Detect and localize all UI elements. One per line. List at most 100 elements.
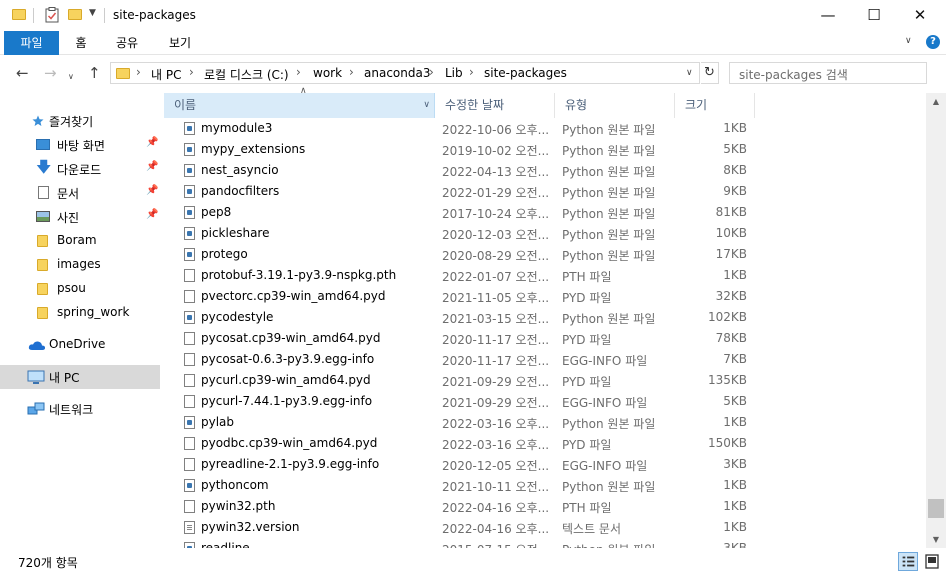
- divider: [104, 8, 105, 23]
- file-row[interactable]: pyreadline-2.1-py3.9.egg-info 2020-12-05 …: [164, 454, 926, 475]
- nav-downloads[interactable]: 🡇 다운로드 📌: [0, 157, 160, 181]
- nav-label: 내 PC: [49, 371, 80, 385]
- file-icon: [184, 437, 195, 450]
- breadcrumb-separator[interactable]: ›: [469, 65, 474, 79]
- tab-share[interactable]: 공유: [104, 31, 150, 55]
- tab-file[interactable]: 파일: [4, 31, 59, 55]
- up-arrow-icon[interactable]: ↑: [88, 66, 101, 81]
- pin-icon[interactable]: 📌: [146, 185, 158, 196]
- address-bar[interactable]: › 내 PC › 로컬 디스크 (C:) › work › anaconda3 …: [110, 62, 700, 84]
- file-name: pycurl.cp39-win_amd64.pyd: [201, 373, 371, 387]
- nav-documents[interactable]: 문서 📌: [0, 181, 160, 205]
- scroll-up-icon[interactable]: ▲: [926, 93, 946, 110]
- chevron-down-icon[interactable]: ∨: [423, 93, 430, 118]
- header-label: 수정한 날짜: [445, 98, 505, 112]
- breadcrumb-separator[interactable]: ›: [296, 65, 301, 79]
- breadcrumb-lib[interactable]: Lib: [445, 66, 463, 80]
- breadcrumb-this-pc[interactable]: 내 PC: [151, 66, 181, 83]
- back-arrow-icon[interactable]: ←: [16, 66, 29, 81]
- file-row[interactable]: pvectorc.cp39-win_amd64.pyd 2021-11-05 오후…: [164, 286, 926, 307]
- file-row[interactable]: mymodule3 2022-10-06 오후... Python 원본 파일 1KB: [164, 118, 926, 139]
- file-row[interactable]: pythoncom 2021-10-11 오전... Python 원본 파일 1KB: [164, 475, 926, 496]
- scrollbar-thumb[interactable]: [928, 499, 944, 518]
- tab-home[interactable]: 홈: [60, 31, 102, 55]
- pin-icon[interactable]: 📌: [146, 209, 158, 220]
- minimize-button[interactable]: —: [805, 0, 851, 31]
- file-row[interactable]: pycodestyle 2021-03-15 오전... Python 원본 파일 1…: [164, 307, 926, 328]
- breadcrumb-separator[interactable]: ›: [136, 65, 141, 79]
- breadcrumb-local-disk[interactable]: 로컬 디스크 (C:): [204, 66, 289, 83]
- breadcrumb-separator[interactable]: ›: [189, 65, 194, 79]
- file-row[interactable]: pycosat-0.6.3-py3.9.egg-info 2020-11-17 오…: [164, 349, 926, 370]
- file-row[interactable]: pylab 2022-03-16 오후... Python 원본 파일 1KB: [164, 412, 926, 433]
- nav-folder-psou[interactable]: psou: [0, 277, 160, 301]
- breadcrumb-site-packages[interactable]: site-packages: [484, 66, 567, 80]
- python-file-icon: [184, 122, 195, 135]
- file-name: pycodestyle: [201, 310, 274, 324]
- file-date: 2021-09-29 오전...: [442, 396, 550, 410]
- file-type: 텍스트 문서: [562, 522, 622, 536]
- recent-locations-icon[interactable]: ∨: [68, 70, 74, 84]
- nav-folder-boram[interactable]: Boram: [0, 229, 160, 253]
- nav-pictures[interactable]: 사진 📌: [0, 205, 160, 229]
- file-date: 2015-07-15 오전...: [442, 541, 549, 548]
- search-placeholder: site-packages 검색: [739, 68, 848, 82]
- file-row[interactable]: pycosat.cp39-win_amd64.pyd 2020-11-17 오전.…: [164, 328, 926, 349]
- maximize-button[interactable]: ☐: [851, 0, 897, 31]
- pin-icon[interactable]: 📌: [146, 161, 158, 172]
- header-size[interactable]: 크기: [675, 93, 755, 118]
- close-button[interactable]: ✕: [897, 0, 943, 31]
- forward-arrow-icon[interactable]: →: [44, 66, 57, 81]
- file-size: 1KB: [723, 499, 747, 513]
- file-row[interactable]: pickleshare 2020-12-03 오전... Python 원본 파일 1…: [164, 223, 926, 244]
- help-icon[interactable]: ?: [926, 35, 940, 49]
- file-size: 3KB: [723, 457, 747, 471]
- nav-label: 문서: [57, 187, 80, 201]
- tab-view[interactable]: 보기: [152, 31, 208, 55]
- details-view-icon[interactable]: [898, 552, 918, 571]
- properties-icon[interactable]: [45, 7, 59, 23]
- file-row[interactable]: pywin32.version 2022-04-16 오후... 텍스트 문서 1KB: [164, 517, 926, 538]
- file-row[interactable]: pycurl.cp39-win_amd64.pyd 2021-09-29 오전..…: [164, 370, 926, 391]
- file-row[interactable]: protobuf-3.19.1-py3.9-nspkg.pth 2022-01-0…: [164, 265, 926, 286]
- file-size: 81KB: [715, 205, 747, 219]
- nav-onedrive[interactable]: OneDrive: [0, 333, 160, 357]
- folder-icon: [37, 307, 48, 319]
- nav-folder-images[interactable]: images: [0, 253, 160, 277]
- expand-ribbon-icon[interactable]: ∨: [905, 36, 912, 46]
- file-type: Python 원본 파일: [562, 186, 656, 200]
- file-row[interactable]: pep8 2017-10-24 오후... Python 원본 파일 81KB: [164, 202, 926, 223]
- large-icons-view-icon[interactable]: [922, 552, 942, 571]
- python-file-icon: [184, 185, 195, 198]
- file-row[interactable]: pywin32.pth 2022-04-16 오후... PTH 파일 1KB: [164, 496, 926, 517]
- address-dropdown-icon[interactable]: ∨: [686, 68, 693, 78]
- scroll-down-icon[interactable]: ▼: [926, 531, 946, 548]
- breadcrumb-anaconda3[interactable]: anaconda3: [364, 66, 430, 80]
- file-row[interactable]: protego 2020-08-29 오전... Python 원본 파일 17KB: [164, 244, 926, 265]
- search-input[interactable]: site-packages 검색: [729, 62, 927, 84]
- breadcrumb-separator[interactable]: ›: [349, 65, 354, 79]
- header-type[interactable]: 유형: [555, 93, 675, 118]
- vertical-scrollbar[interactable]: ▲ ▼: [926, 93, 946, 548]
- nav-folder-spring-work[interactable]: spring_work: [0, 301, 160, 325]
- refresh-icon[interactable]: ↻: [701, 62, 719, 84]
- file-row[interactable]: pandocfilters 2022-01-29 오전... Python 원본 파…: [164, 181, 926, 202]
- customize-toolbar-icon[interactable]: ▼: [89, 8, 96, 18]
- nav-desktop[interactable]: 바탕 화면 📌: [0, 133, 160, 157]
- header-name[interactable]: 이름 ∨: [164, 93, 435, 118]
- new-folder-icon[interactable]: [68, 9, 82, 20]
- breadcrumb-separator[interactable]: ›: [429, 65, 434, 79]
- breadcrumb-work[interactable]: work: [313, 66, 342, 80]
- nav-quick-access[interactable]: 즐겨찾기: [0, 109, 160, 133]
- nav-this-pc[interactable]: 내 PC: [0, 365, 160, 389]
- file-row[interactable]: readline 2015-07-15 오전... Python 원본 파일 3KB: [164, 538, 926, 548]
- file-type: Python 원본 파일: [562, 228, 656, 242]
- pin-icon[interactable]: 📌: [146, 137, 158, 148]
- file-row[interactable]: mypy_extensions 2019-10-02 오전... Python 원본…: [164, 139, 926, 160]
- file-row[interactable]: nest_asyncio 2022-04-13 오전... Python 원본 파일…: [164, 160, 926, 181]
- file-date: 2019-10-02 오전...: [442, 144, 550, 158]
- nav-network[interactable]: 네트워크: [0, 397, 160, 421]
- file-row[interactable]: pycurl-7.44.1-py3.9.egg-info 2021-09-29 오…: [164, 391, 926, 412]
- file-row[interactable]: pyodbc.cp39-win_amd64.pyd 2022-03-16 오후..…: [164, 433, 926, 454]
- header-date[interactable]: 수정한 날짜: [435, 93, 555, 118]
